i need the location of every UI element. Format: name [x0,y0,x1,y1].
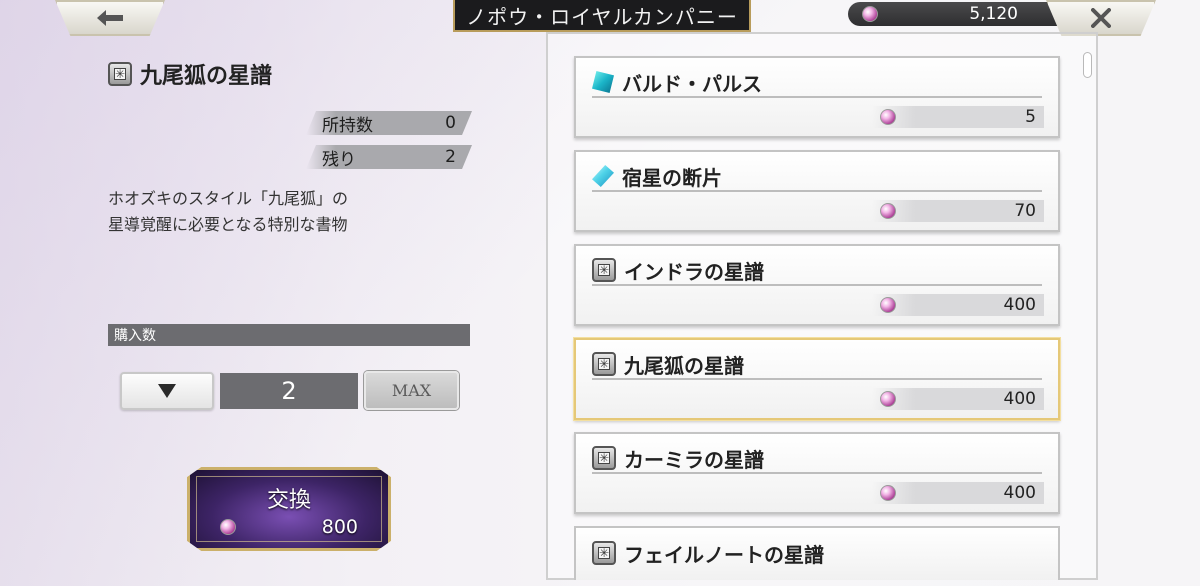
currency-amount: 5,120 [969,4,1018,24]
owned-label: 所持数 [322,115,373,136]
max-quantity-button[interactable]: MAX [364,371,459,410]
shop-item-name-row: ✳ フェイルノートの星譜 [592,538,1042,568]
shop-item-name: カーミラの星譜 [624,447,764,472]
remaining-count-row: 残り 2 [306,145,472,169]
shop-item-name-row: 宿星の断片 [592,162,1042,192]
owned-count-row: 所持数 0 [306,111,472,135]
pink-gem-icon [880,203,896,219]
remaining-label: 残り [322,149,356,170]
description-line: ホオズキのスタイル「九尾狐」の [108,189,349,208]
shop-item-card[interactable]: ✳ フェイルノートの星譜 [574,526,1060,580]
shop-item-name: 宿星の断片 [622,165,722,190]
shop-item-card-selected[interactable]: ✳ 九尾狐の星譜 400 [574,338,1060,420]
currency-display: 5,120 [848,2,1070,26]
shop-item-name: バルド・パルス [622,71,762,96]
scroll-book-icon: ✳ [592,446,616,470]
shop-item-name: フェイルノートの星譜 [624,542,824,567]
list-scrollbar[interactable] [1083,52,1092,78]
item-name: 九尾狐の星譜 [140,64,273,89]
shop-item-price-value: 400 [1003,389,1036,409]
close-x-icon [1091,8,1111,28]
shop-item-card[interactable]: ✳ カーミラの星譜 400 [574,432,1060,514]
shop-item-price: 400 [872,294,1044,316]
shop-item-price: 5 [872,106,1044,128]
shop-item-price-value: 400 [1003,483,1036,503]
shop-title: ノポウ・ロイヤルカンパニー [453,0,751,32]
decrease-quantity-button[interactable] [120,372,214,410]
blue-card-icon [592,71,614,93]
pink-gem-icon [880,109,896,125]
shop-item-name: インドラの星譜 [624,259,764,284]
exchange-cost: 800 [220,516,358,538]
back-button[interactable] [55,0,165,36]
crystal-shard-icon [592,165,614,187]
shop-item-name-row: ✳ 九尾狐の星譜 [592,350,1042,380]
exchange-cost-value: 800 [321,516,358,538]
remaining-value: 2 [445,147,456,167]
pink-gem-icon [862,6,878,22]
pink-gem-icon [880,391,896,407]
scroll-book-icon: ✳ [592,352,616,376]
close-button[interactable] [1046,0,1156,36]
quantity-label: 購入数 [108,324,470,346]
item-title: ✳ 九尾狐の星譜 [108,58,272,90]
shop-item-card[interactable]: バルド・パルス 5 [574,56,1060,138]
shop-item-card[interactable]: ✳ インドラの星譜 400 [574,244,1060,326]
triangle-down-icon [158,384,176,398]
shop-item-price: 70 [872,200,1044,222]
owned-value: 0 [445,113,456,133]
pink-gem-icon [880,485,896,501]
shop-item-price-value: 5 [1025,107,1036,127]
exchange-button[interactable]: 交換 800 [187,467,391,551]
shop-item-price-value: 400 [1003,295,1036,315]
shop-item-name-row: バルド・パルス [592,68,1042,98]
pink-gem-icon [220,519,236,535]
quantity-value: 2 [220,373,358,409]
shop-item-card[interactable]: 宿星の断片 70 [574,150,1060,232]
shop-item-name-row: ✳ インドラの星譜 [592,256,1042,286]
scroll-book-icon: ✳ [592,541,616,565]
shop-item-name-row: ✳ カーミラの星譜 [592,444,1042,474]
scroll-book-icon: ✳ [108,62,132,86]
back-arrow-icon [97,10,123,26]
shop-item-price: 400 [872,482,1044,504]
pink-gem-icon [880,297,896,313]
shop-item-price: 400 [872,388,1044,410]
shop-item-price-value: 70 [1014,201,1036,221]
description-line: 星導覚醒に必要となる特別な書物 [108,215,348,234]
exchange-label: 交換 [266,488,311,513]
scroll-book-icon: ✳ [592,258,616,282]
item-description: ホオズキのスタイル「九尾狐」の 星導覚醒に必要となる特別な書物 [108,186,428,238]
shop-item-name: 九尾狐の星譜 [624,353,744,378]
